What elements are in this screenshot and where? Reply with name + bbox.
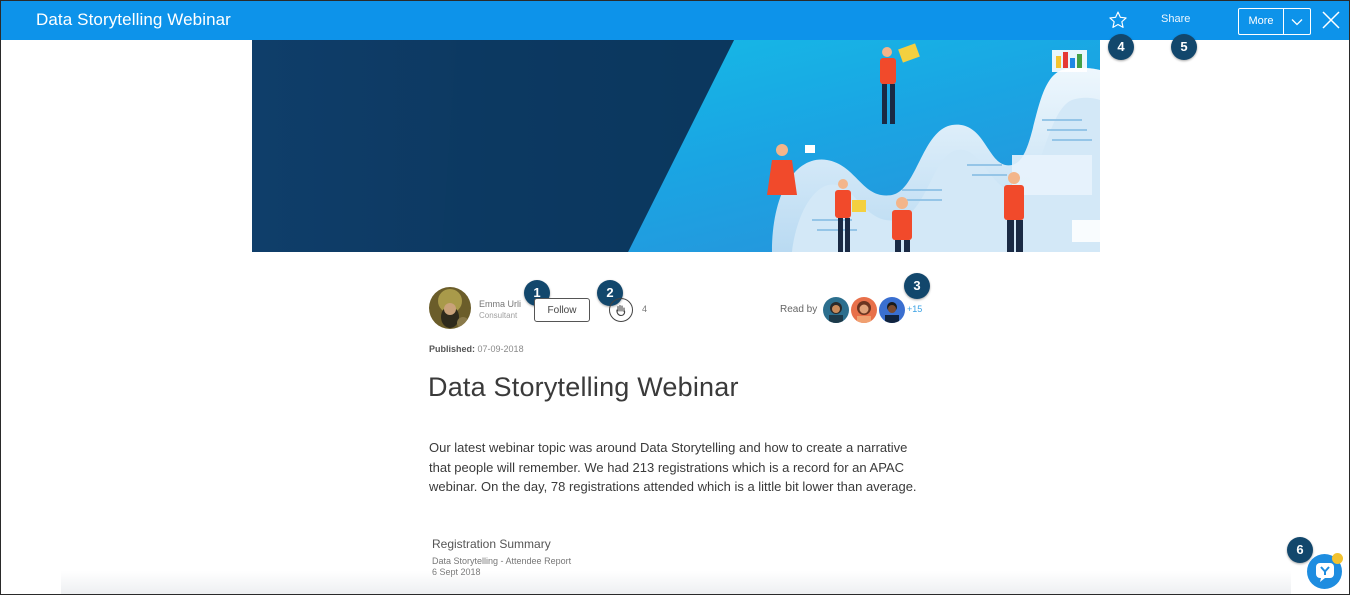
callout-badge-3: 3 (904, 273, 930, 299)
author-avatar[interactable] (429, 287, 471, 329)
article-body: Our latest webinar topic was around Data… (429, 440, 917, 494)
share-button[interactable]: Share (1161, 13, 1190, 25)
clap-button[interactable] (609, 298, 633, 322)
close-icon[interactable] (1321, 10, 1341, 30)
clap-hands-icon (616, 304, 626, 317)
clap-count: 4 (642, 304, 648, 314)
published-label: Published: (429, 344, 476, 354)
follow-button[interactable]: Follow (534, 298, 590, 322)
published-date-value: 07-09-2018 (477, 344, 524, 354)
chevron-down-icon (1291, 18, 1303, 25)
more-readers-link[interactable]: +15 (907, 304, 922, 314)
callout-badge-5: 5 (1171, 34, 1197, 60)
more-button-group: More (1238, 8, 1311, 35)
more-button[interactable]: More (1239, 9, 1284, 34)
published-date: Published: 07-09-2018 (429, 344, 524, 354)
notification-dot (1332, 553, 1343, 564)
hero-banner-image (252, 40, 1100, 252)
callout-badge-4: 4 (1108, 34, 1134, 60)
author-role: Consultant (479, 311, 518, 320)
bottom-fade (61, 571, 1291, 594)
app-title: Data Storytelling Webinar (36, 10, 231, 29)
more-dropdown-toggle[interactable] (1284, 9, 1310, 34)
registration-summary-title: Registration Summary (432, 537, 551, 551)
app-window: Data Storytelling Webinar Share More 4 5… (0, 0, 1350, 595)
reader-avatar[interactable] (851, 297, 877, 323)
reader-avatar[interactable] (823, 297, 849, 323)
article-title: Data Storytelling Webinar (428, 372, 739, 402)
top-bar: Data Storytelling Webinar Share More (1, 1, 1349, 40)
star-icon[interactable] (1108, 10, 1128, 30)
read-by-label: Read by (780, 304, 818, 315)
chat-bubble-icon (1315, 562, 1334, 582)
reader-avatar[interactable] (879, 297, 905, 323)
callout-badge-6: 6 (1287, 537, 1313, 563)
author-name[interactable]: Emma Urli (479, 299, 521, 309)
registration-summary-subtitle: Data Storytelling - Attendee Report (432, 556, 572, 566)
